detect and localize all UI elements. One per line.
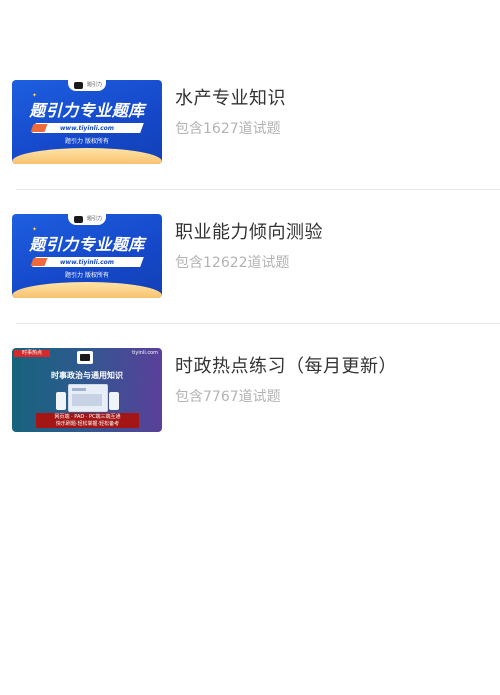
bank-title[interactable]: 时政热点练习（每月更新） (175, 352, 397, 378)
brand-tab-text: 题引力 (87, 216, 103, 222)
thumbnail-bottom-wave (12, 148, 162, 164)
bank-thumbnail[interactable]: 题引力 ✦ 题引力专业题库 www.tiyinli.com 题引力 版权所有 (12, 80, 162, 164)
monitor-icon (68, 384, 108, 412)
tablet-icon (109, 392, 119, 410)
thumbnail-site: tiyinli.com (132, 350, 158, 356)
question-bank-item[interactable]: 题引力 ✦ 题引力专业题库 www.tiyinli.com 题引力 版权所有 职… (0, 190, 500, 324)
thumbnail-headline: 时事政治与通用知识 (51, 371, 123, 380)
brand-logo-icon (74, 82, 83, 89)
question-bank-item[interactable]: 题引力 ✦ 题引力专业题库 www.tiyinli.com 题引力 版权所有 水… (0, 56, 500, 190)
thumbnail-url: www.tiyinli.com (59, 125, 114, 132)
bank-title[interactable]: 职业能力倾向测验 (175, 218, 323, 244)
question-bank-item[interactable]: 时事热点 tiyinli.com 时事政治与通用知识 网页端 · PAD · P… (0, 324, 500, 458)
thumbnail-headline: 题引力专业题库 (29, 235, 145, 254)
bank-thumbnail[interactable]: 时事热点 tiyinli.com 时事政治与通用知识 网页端 · PAD · P… (12, 348, 162, 432)
bank-title[interactable]: 水产专业知识 (175, 84, 286, 110)
feature-strip: 网页端 · PAD · PC端三端互通 快乐刷题·轻松掌握·轻松备考 (36, 413, 139, 428)
thumbnail-bottom-wave (12, 282, 162, 298)
bank-thumbnail[interactable]: 题引力 ✦ 题引力专业题库 www.tiyinli.com 题引力 版权所有 (12, 214, 162, 298)
hot-topic-badge: 时事热点 (14, 350, 50, 357)
bank-question-count: 包含7767道试题 (175, 389, 281, 405)
thumbnail-url: www.tiyinli.com (59, 259, 114, 266)
thumbnail-copyright: 题引力 版权所有 (65, 138, 109, 145)
brand-logo-icon (77, 351, 93, 364)
question-bank-list: 题引力 ✦ 题引力专业题库 www.tiyinli.com 题引力 版权所有 水… (0, 56, 500, 458)
phone-icon (56, 392, 66, 410)
feature-line-2: 快乐刷题·轻松掌握·轻松备考 (55, 421, 120, 427)
thumbnail-headline: 题引力专业题库 (29, 101, 145, 120)
brand-tab: 题引力 (68, 214, 106, 225)
bank-question-count: 包含1627道试题 (175, 121, 281, 137)
feature-line-1: 网页端 · PAD · PC端三端互通 (54, 414, 121, 420)
brand-tab: 题引力 (68, 80, 106, 91)
thumbnail-copyright: 题引力 版权所有 (65, 272, 109, 279)
brand-logo-icon (74, 216, 83, 223)
bank-question-count: 包含12622道试题 (175, 255, 290, 271)
brand-tab-text: 题引力 (87, 82, 103, 88)
